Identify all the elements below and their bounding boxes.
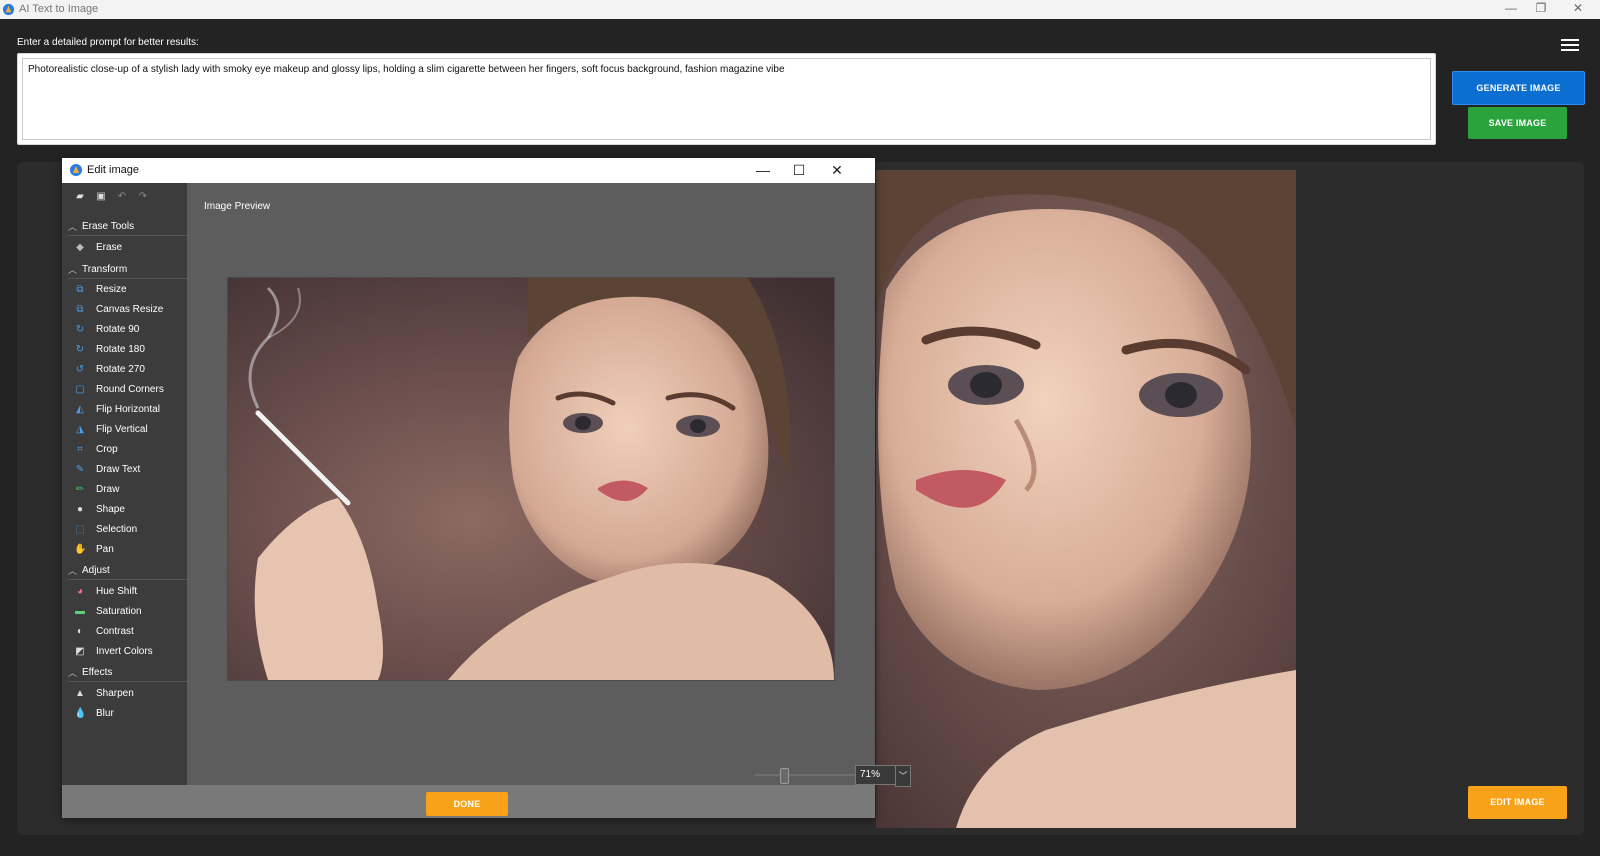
tool-shape[interactable]: ● Shape (74, 501, 186, 519)
hand-icon: ✋ (74, 544, 87, 555)
app-titlebar: AI Text to Image — ❐ ✕ (0, 0, 1600, 19)
tool-canvas-resize[interactable]: ⧉ Canvas Resize (74, 301, 186, 319)
tool-sharpen[interactable]: ▲ Sharpen (74, 685, 186, 703)
selection-icon: ⬚ (75, 524, 85, 535)
tool-hue-shift[interactable]: ◕ Hue Shift (74, 583, 186, 601)
resize-icon: ⧉ (76, 284, 84, 295)
invert-icon: ◩ (75, 646, 85, 657)
menu-button[interactable] (1558, 36, 1582, 53)
tool-blur[interactable]: 💧 Blur (74, 705, 186, 723)
dialog-title: Edit image (87, 164, 139, 176)
tool-draw-text[interactable]: ✎ Draw Text (74, 461, 186, 479)
tool-rotate-270[interactable]: ↺ Rotate 270 (74, 361, 186, 379)
edit-image-dialog: Edit image — ☐ ✕ ▰ ▣ ↶ ↷ ︿ Erase Tools ◆… (62, 158, 911, 818)
group-adjust[interactable]: ︿ Adjust (68, 563, 188, 580)
eraser-icon: ◆ (76, 242, 84, 253)
hue-icon: ◕ (76, 586, 84, 597)
tool-draw[interactable]: ✏ Draw (74, 481, 186, 499)
prompt-label: Enter a detailed prompt for better resul… (17, 37, 199, 48)
chevron-up-icon: ︿ (68, 222, 78, 232)
chevron-up-icon: ︿ (68, 668, 78, 678)
dialog-maximize-button[interactable]: ☐ (787, 158, 811, 183)
tool-pan[interactable]: ✋ Pan (74, 541, 186, 559)
tool-resize[interactable]: ⧉ Resize (74, 281, 186, 299)
tool-saturation[interactable]: ▬ Saturation (74, 603, 186, 621)
tool-rotate-90[interactable]: ↻ Rotate 90 (74, 321, 186, 339)
canvas-resize-icon: ⧉ (76, 304, 84, 315)
undo-icon[interactable]: ↶ (116, 191, 128, 203)
image-preview-area: Image Preview 71% ﹀ (187, 183, 911, 787)
preview-image[interactable] (227, 277, 835, 681)
tool-rotate-180[interactable]: ↻ Rotate 180 (74, 341, 186, 359)
dialog-minimize-button[interactable]: — (751, 158, 775, 183)
tool-round-corners[interactable]: ▢ Round Corners (74, 381, 186, 399)
image-preview-label: Image Preview (204, 201, 271, 212)
tool-selection[interactable]: ⬚ Selection (74, 521, 186, 539)
edit-image-button[interactable]: EDIT IMAGE (1468, 786, 1567, 819)
app-title: AI Text to Image (19, 3, 99, 15)
chevron-down-icon: ﹀ (898, 771, 908, 781)
tool-contrast[interactable]: ◐ Contrast (74, 623, 186, 641)
rotate-icon: ↻ (75, 344, 85, 355)
round-corners-icon: ▢ (75, 384, 85, 395)
done-button[interactable]: DONE (426, 792, 508, 816)
dialog-titlebar: Edit image — ☐ ✕ (62, 158, 875, 183)
sharpen-icon: ▲ (75, 688, 85, 699)
close-button[interactable]: ✕ (1563, 0, 1593, 19)
group-transform[interactable]: ︿ Transform (68, 262, 188, 279)
rotate-icon: ↻ (75, 324, 85, 335)
dialog-close-button[interactable]: ✕ (825, 158, 849, 183)
zoom-level-field[interactable]: 71% (855, 765, 899, 785)
minimize-button[interactable]: — (1496, 0, 1526, 19)
group-erase-tools[interactable]: ︿ Erase Tools (68, 219, 188, 236)
zoom-dropdown-button[interactable]: ﹀ (895, 765, 911, 787)
blur-icon: 💧 (74, 708, 87, 719)
prompt-input[interactable]: Photorealistic close-up of a stylish lad… (17, 53, 1436, 145)
flip-horizontal-icon: ◭ (76, 404, 84, 415)
tool-flip-vertical[interactable]: ◮ Flip Vertical (74, 421, 186, 439)
dialog-footer: DONE (62, 785, 875, 818)
restore-button[interactable]: ❐ (1526, 0, 1556, 19)
tools-sidebar: ▰ ▣ ↶ ↷ ︿ Erase Tools ◆ Erase ︿ Transfor… (62, 183, 188, 785)
zoom-slider-track[interactable] (755, 774, 857, 776)
saturation-icon: ▬ (75, 606, 85, 617)
shape-icon: ● (76, 504, 84, 515)
hamburger-icon (1561, 39, 1579, 41)
pen-icon: ✏ (75, 484, 85, 495)
prompt-text: Photorealistic close-up of a stylish lad… (28, 64, 785, 75)
rotate-icon: ↺ (75, 364, 85, 375)
tool-flip-horizontal[interactable]: ◭ Flip Horizontal (74, 401, 186, 419)
group-effects[interactable]: ︿ Effects (68, 665, 188, 682)
chevron-up-icon: ︿ (68, 566, 78, 576)
flip-vertical-icon: ◮ (76, 424, 84, 435)
save-image-button[interactable]: SAVE IMAGE (1468, 107, 1567, 139)
generated-image (876, 170, 1296, 828)
app-logo-icon (70, 164, 82, 176)
save-icon[interactable]: ▣ (95, 191, 107, 203)
tool-crop[interactable]: ⌗ Crop (74, 441, 186, 459)
zoom-slider-thumb[interactable] (780, 768, 789, 784)
chevron-up-icon: ︿ (68, 265, 78, 275)
contrast-icon: ◐ (76, 626, 84, 637)
open-icon[interactable]: ▰ (74, 191, 86, 203)
draw-text-icon: ✎ (75, 464, 85, 475)
redo-icon[interactable]: ↷ (137, 191, 149, 203)
tool-invert-colors[interactable]: ◩ Invert Colors (74, 643, 186, 661)
app-logo-icon (2, 3, 15, 16)
generate-image-button[interactable]: GENERATE IMAGE (1452, 71, 1585, 105)
tool-erase[interactable]: ◆ Erase (74, 239, 186, 257)
crop-icon: ⌗ (77, 444, 83, 455)
